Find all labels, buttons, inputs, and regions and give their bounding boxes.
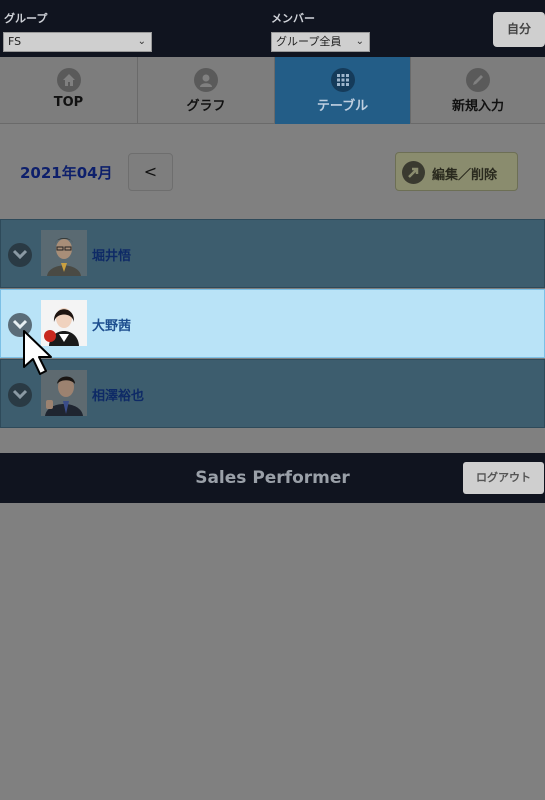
footer-bar: Sales Performer ログアウト xyxy=(0,453,545,503)
tab-top[interactable]: TOP xyxy=(0,57,138,124)
member-name: 大野茜 xyxy=(92,319,132,334)
chevron-down-icon: ⌄ xyxy=(355,36,364,47)
group-label: グループ xyxy=(4,12,48,25)
chevron-down-icon[interactable] xyxy=(8,243,32,267)
current-month: 2021年04月 xyxy=(20,164,113,182)
tab-top-label: TOP xyxy=(53,95,84,110)
tab-table-label: テーブル xyxy=(316,99,369,114)
tab-table[interactable]: テーブル xyxy=(275,57,411,124)
member-name: 堀井悟 xyxy=(92,249,132,264)
chevron-down-icon: ⌄ xyxy=(137,36,146,47)
member-select-value: グループ全員 xyxy=(276,35,342,48)
tab-graph[interactable]: グラフ xyxy=(138,57,275,124)
edit-delete-label: 編集／削除 xyxy=(432,168,498,183)
prev-month-button[interactable]: < xyxy=(128,153,173,191)
logout-button[interactable]: ログアウト xyxy=(463,462,544,494)
grid-icon xyxy=(330,68,355,92)
tab-new-entry[interactable]: 新規入力 xyxy=(411,57,545,124)
tab-graph-label: グラフ xyxy=(186,99,226,114)
edit-delete-button[interactable]: 編集／削除 xyxy=(395,152,518,191)
member-row[interactable]: 大野茜 xyxy=(0,289,545,358)
mouse-cursor-icon xyxy=(22,329,54,381)
user-icon xyxy=(194,68,218,92)
tab-new-entry-label: 新規入力 xyxy=(451,99,504,114)
group-select-value: FS xyxy=(8,35,22,48)
member-select[interactable]: グループ全員 ⌄ xyxy=(271,32,370,52)
avatar xyxy=(41,230,87,276)
tab-bar: TOP グラフ テーブル 新規入力 xyxy=(0,57,545,124)
member-row[interactable]: 相澤裕也 xyxy=(0,359,545,428)
arrow-up-right-icon xyxy=(402,161,425,184)
home-icon xyxy=(56,68,81,92)
pencil-icon xyxy=(466,68,490,92)
top-header: グループ FS ⌄ メンバー グループ全員 ⌄ 自分 xyxy=(0,0,545,57)
self-button[interactable]: 自分 xyxy=(493,12,545,47)
group-select[interactable]: FS ⌄ xyxy=(3,32,152,52)
member-row[interactable]: 堀井悟 xyxy=(0,219,545,288)
member-label: メンバー xyxy=(271,12,315,25)
chevron-down-icon[interactable] xyxy=(8,383,32,407)
member-name: 相澤裕也 xyxy=(92,389,145,404)
